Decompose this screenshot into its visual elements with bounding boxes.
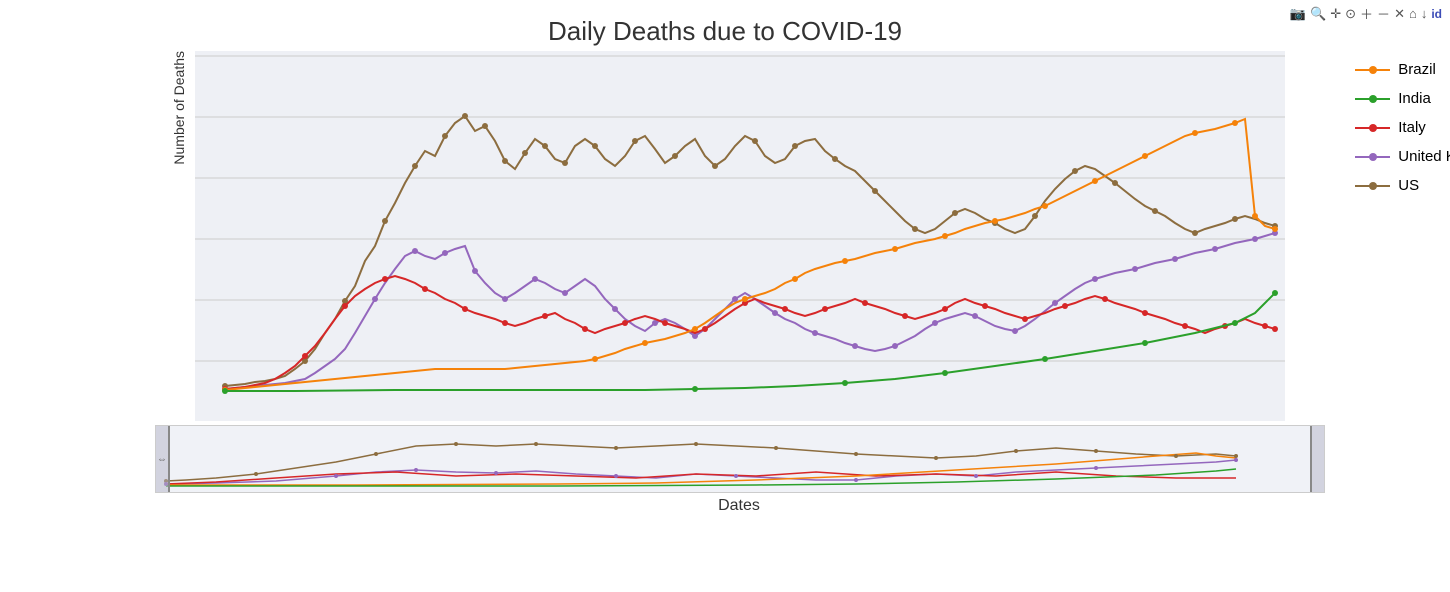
lasso-icon[interactable]: ⊙ [1345, 6, 1356, 22]
y-axis-label: Number of Deaths [165, 51, 193, 165]
chart-plot-area: 0 500 1000 1500 2000 2500 [195, 51, 1285, 421]
mini-chart-right-handle[interactable] [1310, 426, 1324, 492]
legend-item-uk: United Kingdom [1355, 148, 1450, 165]
x-axis-title: Dates [718, 497, 760, 515]
chart-title: Daily Deaths due to COVID-19 [548, 16, 902, 47]
legend-item-us: US [1355, 177, 1450, 194]
pan-icon[interactable]: ✛ [1330, 6, 1341, 22]
plotly-logo: id [1431, 7, 1442, 21]
zoomin-icon[interactable]: ＋ [1360, 4, 1373, 23]
camera-icon[interactable]: 📷 [1290, 6, 1306, 22]
legend-item-india: India [1355, 90, 1450, 107]
mini-chart-left-handle[interactable]: ⇔ [156, 426, 170, 492]
mini-chart-section: ⇔ [125, 425, 1325, 493]
mini-chart-container[interactable]: ⇔ [155, 425, 1325, 493]
page-container: 📷 🔍 ✛ ⊙ ＋ － ✕ ⌂ ↓ id Daily Deaths due to… [0, 0, 1450, 592]
legend-label-uk: United Kingdom [1398, 148, 1450, 165]
zoom-icon[interactable]: 🔍 [1310, 6, 1326, 22]
house-icon[interactable]: ⌂ [1409, 6, 1417, 21]
chart-svg: 0 500 1000 1500 2000 2500 [195, 51, 1285, 421]
mini-chart-svg [156, 426, 1246, 494]
toolbar: 📷 🔍 ✛ ⊙ ＋ － ✕ ⌂ ↓ id [1290, 4, 1442, 23]
legend-label-brazil: Brazil [1398, 61, 1436, 78]
zoomout-icon[interactable]: － [1377, 4, 1390, 23]
reset-icon[interactable]: ✕ [1394, 6, 1405, 22]
legend-label-india: India [1398, 90, 1431, 107]
legend-item-brazil: Brazil [1355, 61, 1450, 78]
legend-item-italy: Italy [1355, 119, 1450, 136]
download-icon[interactable]: ↓ [1421, 6, 1428, 21]
main-chart-area: 0 500 1000 1500 2000 2500 Feb 162020 Mar… [195, 51, 1285, 421]
legend-label-us: US [1398, 177, 1419, 194]
chart-legend: Brazil India Italy [1355, 61, 1450, 194]
legend-label-italy: Italy [1398, 119, 1426, 136]
